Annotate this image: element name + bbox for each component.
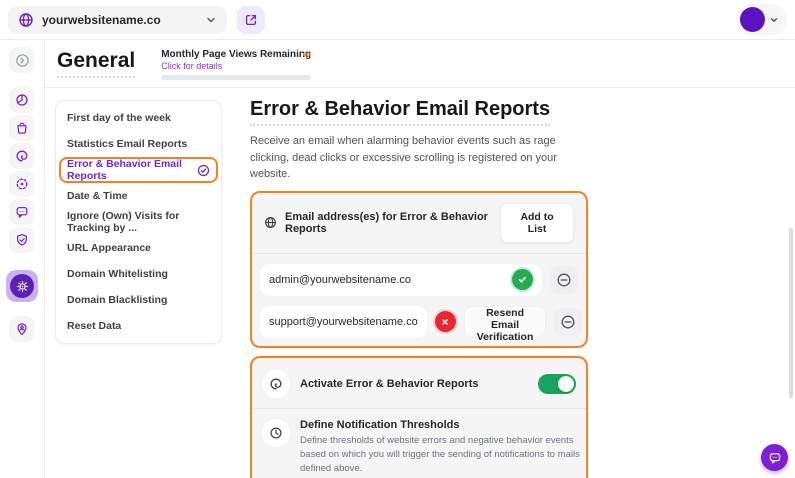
- activate-row: Activate Error & Behavior Reports: [260, 366, 578, 408]
- menu-item-first-day-of-week[interactable]: First day of the week: [59, 105, 218, 131]
- unverified-x-icon: [435, 311, 456, 332]
- sidebar-item-feedback[interactable]: [9, 199, 35, 225]
- email-box-header: Email address(es) for Error & Behavior R…: [252, 193, 586, 254]
- add-to-list-button[interactable]: Add to List: [500, 203, 574, 243]
- scrollbar[interactable]: [789, 228, 793, 398]
- menu-item-statistics-email-reports[interactable]: Statistics Email Reports: [59, 131, 218, 157]
- sidebar-item-analytics[interactable]: [9, 115, 35, 141]
- support-chat-button[interactable]: [761, 444, 788, 471]
- sidebar-item-settings[interactable]: [6, 270, 38, 302]
- email-address: support@yourwebsitename.co: [269, 316, 418, 328]
- sidebar-item-session-recordings[interactable]: [9, 171, 35, 197]
- shield-check-icon: [15, 233, 29, 247]
- remove-email-button[interactable]: [550, 266, 578, 294]
- activate-label: Activate Error & Behavior Reports: [300, 378, 479, 390]
- focus-dots-icon: [15, 177, 29, 191]
- shopping-bag-icon: [15, 121, 29, 135]
- email-row: admin@yourwebsitename.co: [260, 264, 578, 296]
- sidebar-item-dashboard[interactable]: [9, 87, 35, 113]
- section-title: Error & Behavior Email Reports: [250, 98, 550, 126]
- check-circle-icon: [197, 164, 210, 177]
- sidebar-item-visitors[interactable]: [9, 316, 35, 342]
- email-field-support[interactable]: support@yourwebsitename.co: [260, 306, 427, 338]
- page-title: General: [57, 49, 135, 78]
- expand-arrow-icon: [15, 53, 30, 68]
- website-selector[interactable]: yourwebsitename.co: [8, 6, 227, 34]
- minus-circle-icon: [556, 272, 572, 288]
- chevron-down-icon: [769, 15, 779, 25]
- spiral-icon: [15, 149, 29, 163]
- email-address: admin@yourwebsitename.co: [269, 274, 411, 286]
- menu-item-date-time[interactable]: Date & Time: [59, 183, 218, 209]
- spiral-icon: [262, 370, 290, 398]
- clock-icon: [262, 419, 290, 447]
- email-field-admin[interactable]: admin@yourwebsitename.co: [260, 264, 542, 296]
- minus-circle-icon: [560, 314, 576, 330]
- menu-item-ignore-own-visits[interactable]: Ignore (Own) Visits for Tracking by ...: [59, 209, 218, 235]
- icon-sidebar: [0, 40, 45, 478]
- email-box-title: Email address(es) for Error & Behavior R…: [285, 211, 492, 235]
- account-menu[interactable]: [736, 4, 787, 36]
- gear-icon: [10, 274, 34, 298]
- menu-item-reset-data[interactable]: Reset Data: [59, 313, 218, 339]
- verified-check-icon: [512, 269, 533, 290]
- email-row: support@yourwebsitename.co Resend Email …: [260, 306, 578, 338]
- activate-toggle[interactable]: [538, 374, 576, 394]
- reports-settings-box: Activate Error & Behavior Reports Define…: [250, 356, 588, 478]
- menu-item-domain-blacklisting[interactable]: Domain Blacklisting: [59, 287, 218, 313]
- usage-progress-bar: [161, 75, 311, 80]
- sidebar-item-privacy[interactable]: [9, 227, 35, 253]
- section-description: Receive an email when alarming behavior …: [250, 133, 582, 183]
- chat-bubble-icon: [768, 451, 782, 465]
- menu-item-error-behavior-email-reports[interactable]: Error & Behavior Email Reports: [59, 157, 218, 183]
- resend-email-verification-button[interactable]: Resend Email Verification: [464, 306, 547, 338]
- menu-item-label: Error & Behavior Email Reports: [67, 158, 197, 182]
- thresholds-description: Define thresholds of website errors and …: [300, 434, 582, 477]
- main-panel: Error & Behavior Email Reports Receive a…: [250, 88, 588, 478]
- location-person-icon: [15, 322, 29, 336]
- globe-icon: [18, 12, 34, 28]
- avatar: [740, 7, 765, 32]
- usage-details-link[interactable]: Click for details: [161, 61, 311, 71]
- infinity-symbol: ∞: [303, 47, 312, 61]
- menu-item-domain-whitelisting[interactable]: Domain Whitelisting: [59, 261, 218, 287]
- page-header: General Monthly Page Views Remaining Cli…: [45, 40, 795, 88]
- menu-item-url-appearance[interactable]: URL Appearance: [59, 235, 218, 261]
- thresholds-row: Define Notification Thresholds Define th…: [260, 409, 578, 478]
- open-website-button[interactable]: [237, 6, 265, 34]
- pie-chart-icon: [15, 93, 29, 107]
- chat-bubble-icon: [15, 205, 29, 219]
- website-name: yourwebsitename.co: [42, 13, 161, 27]
- remove-email-button[interactable]: [554, 308, 582, 336]
- usage-label: Monthly Page Views Remaining: [161, 49, 311, 60]
- content-area: First day of the week Statistics Email R…: [45, 88, 795, 478]
- external-link-icon: [244, 13, 258, 27]
- settings-menu: First day of the week Statistics Email R…: [55, 100, 222, 344]
- chevron-down-icon: [205, 14, 217, 26]
- collapse-sidebar-button[interactable]: [9, 47, 35, 73]
- globe-icon: [264, 216, 277, 229]
- email-addresses-box: Email address(es) for Error & Behavior R…: [250, 191, 588, 348]
- thresholds-title: Define Notification Thresholds: [300, 419, 582, 431]
- top-bar: yourwebsitename.co: [0, 0, 795, 40]
- sidebar-item-behavior[interactable]: [9, 143, 35, 169]
- page-views-usage-widget: Monthly Page Views Remaining Click for d…: [161, 47, 311, 80]
